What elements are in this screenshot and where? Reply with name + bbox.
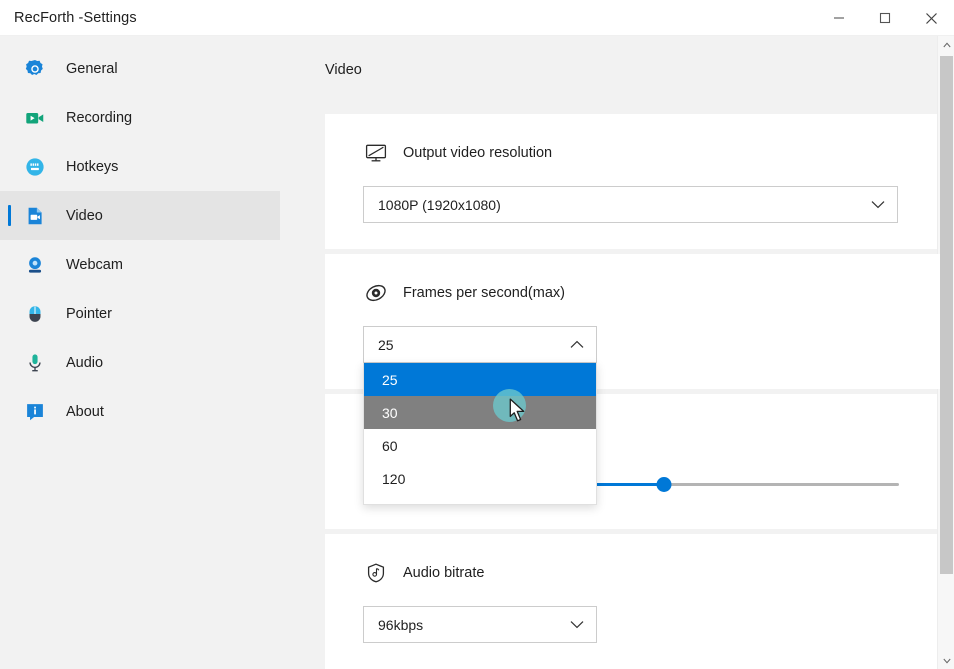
bitrate-dropdown[interactable]: 96kbps	[363, 606, 597, 643]
chevron-down-icon	[570, 621, 584, 629]
window-controls	[816, 0, 954, 36]
sidebar-item-label: Webcam	[66, 256, 123, 273]
section-header: Audio bitrate	[363, 560, 900, 586]
section-label: Output video resolution	[403, 145, 553, 161]
sidebar-item-webcam[interactable]: Webcam	[0, 240, 280, 289]
content-area: Video Output video resolution 1080P (192…	[280, 36, 940, 669]
minimize-button[interactable]	[816, 0, 862, 36]
chevron-down-icon	[942, 658, 951, 663]
chevron-up-icon	[570, 340, 584, 348]
selection-indicator	[8, 205, 11, 226]
fps-option[interactable]: 60	[364, 429, 596, 462]
mouse-icon	[22, 301, 48, 327]
info-icon	[22, 399, 48, 425]
scroll-up-button[interactable]	[938, 36, 954, 53]
scrollbar-thumb[interactable]	[940, 56, 953, 574]
sidebar-item-pointer[interactable]: Pointer	[0, 289, 280, 338]
maximize-icon	[879, 12, 891, 24]
section-header: Output video resolution	[363, 140, 900, 166]
section-audio-bitrate: Audio bitrate 96kbps	[325, 534, 940, 669]
fps-dropdown[interactable]: 25 25 30 60 120	[363, 326, 597, 505]
sidebar-item-about[interactable]: About	[0, 387, 280, 436]
close-button[interactable]	[908, 0, 954, 36]
fps-option[interactable]: 120	[364, 462, 596, 495]
resolution-value: 1080P (1920x1080)	[378, 196, 501, 213]
fps-reel-icon	[363, 280, 389, 306]
fps-value: 25	[378, 336, 394, 353]
webcam-icon	[22, 252, 48, 278]
sidebar-item-label: Recording	[66, 109, 133, 126]
close-icon	[925, 12, 937, 24]
keyboard-icon	[22, 154, 48, 180]
sidebar-item-label: General	[66, 60, 118, 77]
settings-window: RecForth -Settings General Recording Hot…	[0, 0, 954, 669]
section-frames-per-second: Frames per second(max) 25 25 30 60 120	[325, 254, 940, 505]
section-header: Frames per second(max)	[363, 280, 900, 306]
section-label: Audio bitrate	[403, 565, 485, 581]
maximize-button[interactable]	[862, 0, 908, 36]
sidebar-item-video[interactable]: Video	[0, 191, 280, 240]
video-camera-icon	[22, 105, 48, 131]
settings-panel: Output video resolution 1080P (1920x1080…	[325, 114, 940, 669]
bitrate-value: 96kbps	[378, 616, 424, 633]
sidebar-item-hotkeys[interactable]: Hotkeys	[0, 142, 280, 191]
quality-slider[interactable]	[594, 473, 899, 497]
fps-option[interactable]: 25	[364, 363, 596, 396]
fps-options-list: 25 30 60 120	[363, 363, 597, 505]
slider-thumb[interactable]	[656, 477, 672, 492]
slider-fill	[594, 483, 665, 486]
fps-option[interactable]: 30	[364, 396, 596, 429]
sidebar-item-label: Pointer	[66, 305, 112, 322]
sidebar-item-audio[interactable]: Audio	[0, 338, 280, 387]
gear-icon	[22, 56, 48, 82]
section-output-resolution: Output video resolution 1080P (1920x1080…	[325, 114, 940, 249]
chevron-up-icon	[942, 42, 951, 47]
scroll-down-button[interactable]	[938, 652, 954, 669]
sidebar-item-recording[interactable]: Recording	[0, 93, 280, 142]
audio-tag-icon	[363, 560, 389, 586]
window-title: RecForth -Settings	[14, 9, 137, 26]
minimize-icon	[834, 17, 844, 19]
sidebar: General Recording Hotkeys Video Webcam P…	[0, 36, 280, 669]
microphone-icon	[22, 350, 48, 376]
section-label: Frames per second(max)	[403, 285, 565, 301]
page-title: Video	[325, 62, 362, 78]
sidebar-item-label: Hotkeys	[66, 158, 119, 175]
sidebar-item-label: About	[66, 403, 104, 420]
sidebar-item-general[interactable]: General	[0, 44, 280, 93]
monitor-icon	[363, 140, 389, 166]
chevron-down-icon	[871, 201, 885, 209]
video-file-icon	[22, 203, 48, 229]
resolution-dropdown[interactable]: 1080P (1920x1080)	[363, 186, 898, 223]
sidebar-item-label: Audio	[66, 354, 104, 371]
title-bar: RecForth -Settings	[0, 0, 954, 36]
sidebar-item-label: Video	[66, 207, 103, 224]
